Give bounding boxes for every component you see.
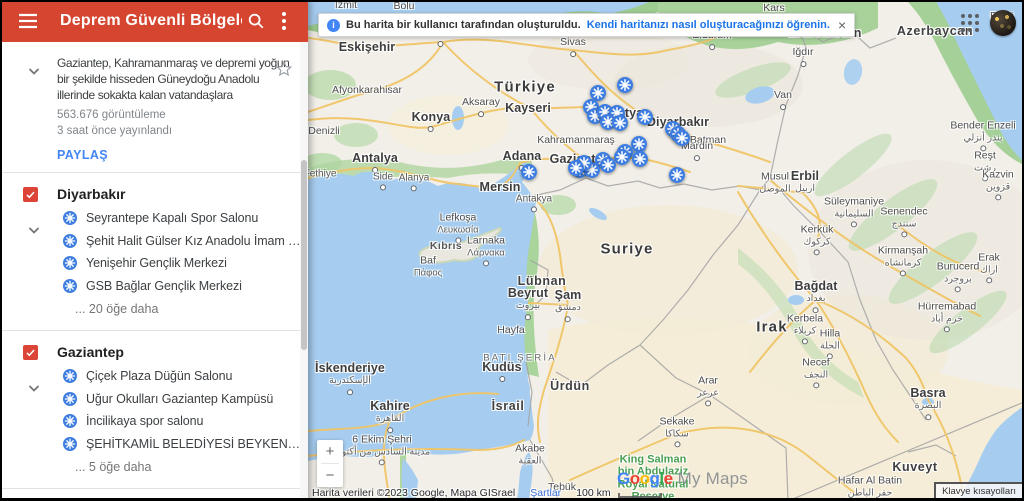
top-right-controls [961,10,1016,36]
map-marker[interactable] [669,167,685,183]
layer-item[interactable]: ŞEHİTKAMİL BELEDİYESİ BEYKENT SPOR S... [0,433,308,456]
map-marker[interactable] [631,136,647,152]
layer-section: Malatya [0,488,308,501]
map-marker[interactable] [600,157,616,173]
sidebar-header: Deprem Güvenli Bölgeler ... [0,0,308,42]
sidebar-scrollbar[interactable] [300,42,308,501]
account-avatar[interactable] [990,10,1016,36]
place-marker-icon [63,211,77,226]
place-marker-icon [63,369,77,384]
map-canvas[interactable]: İzmitBoluAnkaraEskişehirSivasErzurumKars… [308,0,1024,501]
place-marker-icon [63,436,77,451]
scale-bar [617,493,662,498]
layer-section: Gaziantep Çiçek Plaza Düğün Salonu Uğur … [0,330,308,488]
published-time: 3 saat önce yayınlandı [57,125,173,137]
collapse-layer-chevron-icon[interactable] [20,375,48,403]
layer-item[interactable]: İncilikaya spor salonu [0,410,308,433]
banner-close-icon[interactable]: × [838,18,846,32]
layer-checkbox[interactable] [23,344,38,360]
share-button[interactable]: PAYLAŞ [57,148,108,162]
map-data-attribution: Harita verileri ©2023 Google, Mapa GISra… [312,487,516,499]
map-description: Gaziantep, Kahramanmaraş ve depremi yoğu… [57,56,290,102]
map-marker[interactable] [521,164,537,180]
layer-item[interactable]: Yenişehir Gençlik Merkezi [0,252,308,275]
collapse-description-chevron-icon[interactable] [20,58,48,86]
map-marker[interactable] [674,130,690,146]
google-apps-icon[interactable] [961,13,980,33]
banner-text: Bu harita bir kullanıcı tarafından oluşt… [346,19,581,31]
map-title: Deprem Güvenli Bölgeler ... [60,12,242,29]
scale-label: 100 km [576,487,611,499]
layer-header[interactable]: Diyarbakır [0,181,308,207]
map-markers-layer [308,0,1024,501]
attribution-bar: Harita verileri ©2023 Google, Mapa GISra… [312,487,662,499]
layer-item-label: ŞEHİTKAMİL BELEDİYESİ BEYKENT SPOR S... [86,436,304,451]
layer-item-label: Çiçek Plaza Düğün Salonu [86,369,233,384]
info-icon: i [327,18,340,32]
scale-control: 100 km [576,487,662,499]
place-marker-icon [63,391,77,406]
layer-item[interactable]: GSB Bağlar Gençlik Merkezi [0,275,308,298]
layer-item-label: İncilikaya spor salonu [86,414,204,429]
layer-more-link[interactable]: ... 20 öğe daha [0,297,308,320]
layer-header[interactable]: Gaziantep [0,339,308,365]
layer-section: Diyarbakır Seyrantepe Kapalı Spor Salonu… [0,172,308,330]
layer-item-label: Şehit Halit Gülser Kız Anadolu İmam Hati… [86,233,304,248]
place-marker-icon [63,278,77,293]
layer-checkbox[interactable] [23,186,38,202]
sidebar-content: Gaziantep, Kahramanmaraş ve depremi yoğu… [0,42,308,501]
my-maps-window: Deprem Güvenli Bölgeler ... Gaziantep, K… [0,0,1024,501]
layer-item-label: Yenişehir Gençlik Merkezi [86,256,227,271]
menu-icon[interactable] [14,7,42,35]
layer-item-label: Uğur Okulları Gaziantep Kampüsü [86,391,274,406]
layer-item-label: GSB Bağlar Gençlik Merkezi [86,278,242,293]
map-marker[interactable] [612,115,628,131]
map-marker[interactable] [614,149,630,165]
layer-title[interactable]: Gaziantep [57,344,124,360]
map-marker[interactable] [617,77,633,93]
map-marker[interactable] [637,109,653,125]
place-marker-icon [63,256,77,271]
layer-item-label: Seyrantepe Kapalı Spor Salonu [86,211,259,226]
collapse-layer-chevron-icon[interactable] [20,217,48,245]
keyboard-shortcuts-button[interactable]: Klavye kısayolları [934,482,1024,501]
user-map-banner: i Bu harita bir kullanıcı tarafından olu… [318,13,856,37]
zoom-in-button[interactable]: + [317,440,343,463]
map-description-section: Gaziantep, Kahramanmaraş ve depremi yoğu… [0,42,308,172]
map-marker[interactable] [568,160,584,176]
place-marker-icon [63,233,77,248]
favorite-star-icon[interactable] [270,55,298,83]
scrollbar-thumb[interactable] [301,160,307,350]
layer-title[interactable]: Diyarbakır [57,186,125,202]
view-count: 563.676 görüntüleme [57,109,166,121]
overflow-menu-icon[interactable] [270,7,298,35]
banner-learn-link[interactable]: Kendi haritanızı nasıl oluşturacağınızı … [587,19,830,31]
search-icon[interactable] [242,7,270,35]
place-marker-icon [63,414,77,429]
map-marker[interactable] [632,151,648,167]
layers-container: Diyarbakır Seyrantepe Kapalı Spor Salonu… [0,172,308,501]
sidebar: Deprem Güvenli Bölgeler ... Gaziantep, K… [0,0,308,501]
zoom-out-button[interactable]: − [317,464,343,487]
layer-more-link[interactable]: ... 5 öğe daha [0,455,308,478]
terms-link[interactable]: Şartlar [530,487,561,499]
zoom-control: + − [317,440,343,487]
layer-header[interactable]: Malatya [0,497,308,501]
